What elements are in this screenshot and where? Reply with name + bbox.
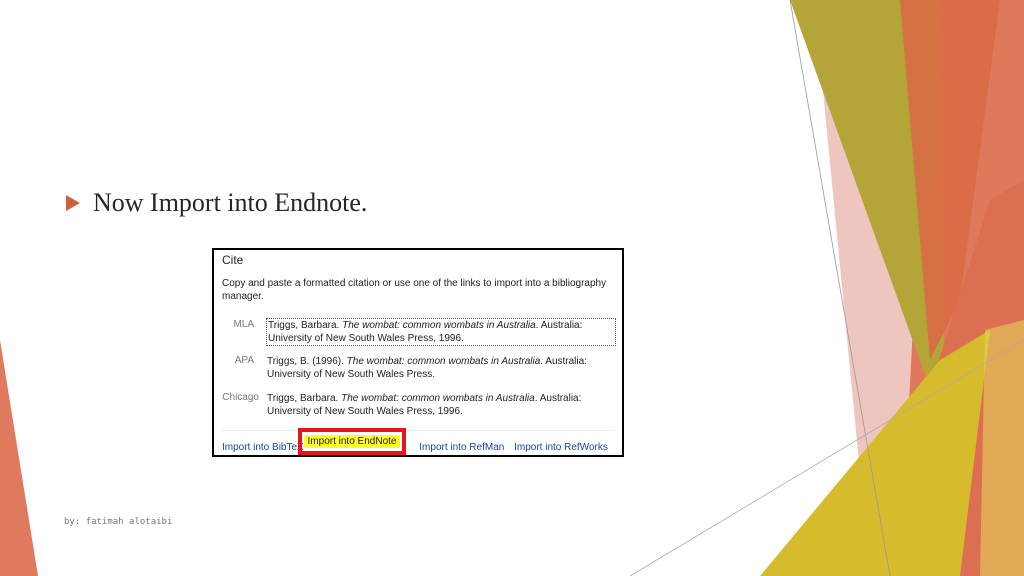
- import-endnote-link[interactable]: Import into EndNote: [303, 435, 401, 448]
- citation-style-apa: APA: [234, 355, 254, 366]
- citation-author: Triggs, Barbara.: [267, 393, 342, 404]
- citation-author: Triggs, Barbara.: [268, 320, 343, 331]
- light-gold-shape: [980, 320, 1024, 576]
- left-accent-shape: [0, 340, 38, 576]
- slide-footer: by: fatimah alotaibi: [64, 517, 173, 527]
- citation-style-chicago: Chicago: [222, 392, 259, 403]
- cite-title: Cite: [222, 253, 244, 267]
- citation-book-title: The wombat: common wombats in Australia: [342, 320, 536, 331]
- bullet-text: Now Import into Endnote.: [93, 188, 368, 217]
- citation-text-mla[interactable]: Triggs, Barbara. The wombat: common womb…: [266, 318, 616, 346]
- import-bibtex-link[interactable]: Import into BibTeX: [222, 442, 304, 453]
- bullet-row: Now Import into Endnote.: [66, 188, 367, 218]
- cite-panel-screenshot: Cite Copy and paste a formatted citation…: [212, 248, 624, 457]
- bullet-arrow-icon: [66, 195, 80, 211]
- citation-book-title: The wombat: common wombats in Australia: [346, 356, 541, 367]
- import-refworks-link[interactable]: Import into RefWorks: [514, 442, 608, 453]
- links-separator: [222, 430, 614, 431]
- citation-text-apa[interactable]: Triggs, B. (1996). The wombat: common wo…: [267, 355, 617, 381]
- cite-intro: Copy and paste a formatted citation or u…: [222, 278, 607, 302]
- endnote-highlight-box: Import into EndNote: [298, 428, 406, 455]
- import-links: Import into BibTeX Import into RefMan Im…: [222, 442, 615, 453]
- citation-text-chicago[interactable]: Triggs, Barbara. The wombat: common womb…: [267, 392, 617, 418]
- citation-author: Triggs, B. (1996).: [267, 356, 347, 367]
- import-refman-link[interactable]: Import into RefMan: [419, 442, 504, 453]
- citation-book-title: The wombat: common wombats in Australia: [341, 393, 535, 404]
- citation-style-mla: MLA: [233, 319, 254, 330]
